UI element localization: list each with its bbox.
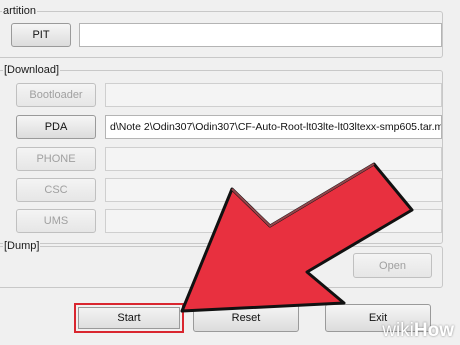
red-pointer-arrow-icon (180, 162, 414, 313)
wikihow-logo: wikiHow (382, 320, 454, 341)
